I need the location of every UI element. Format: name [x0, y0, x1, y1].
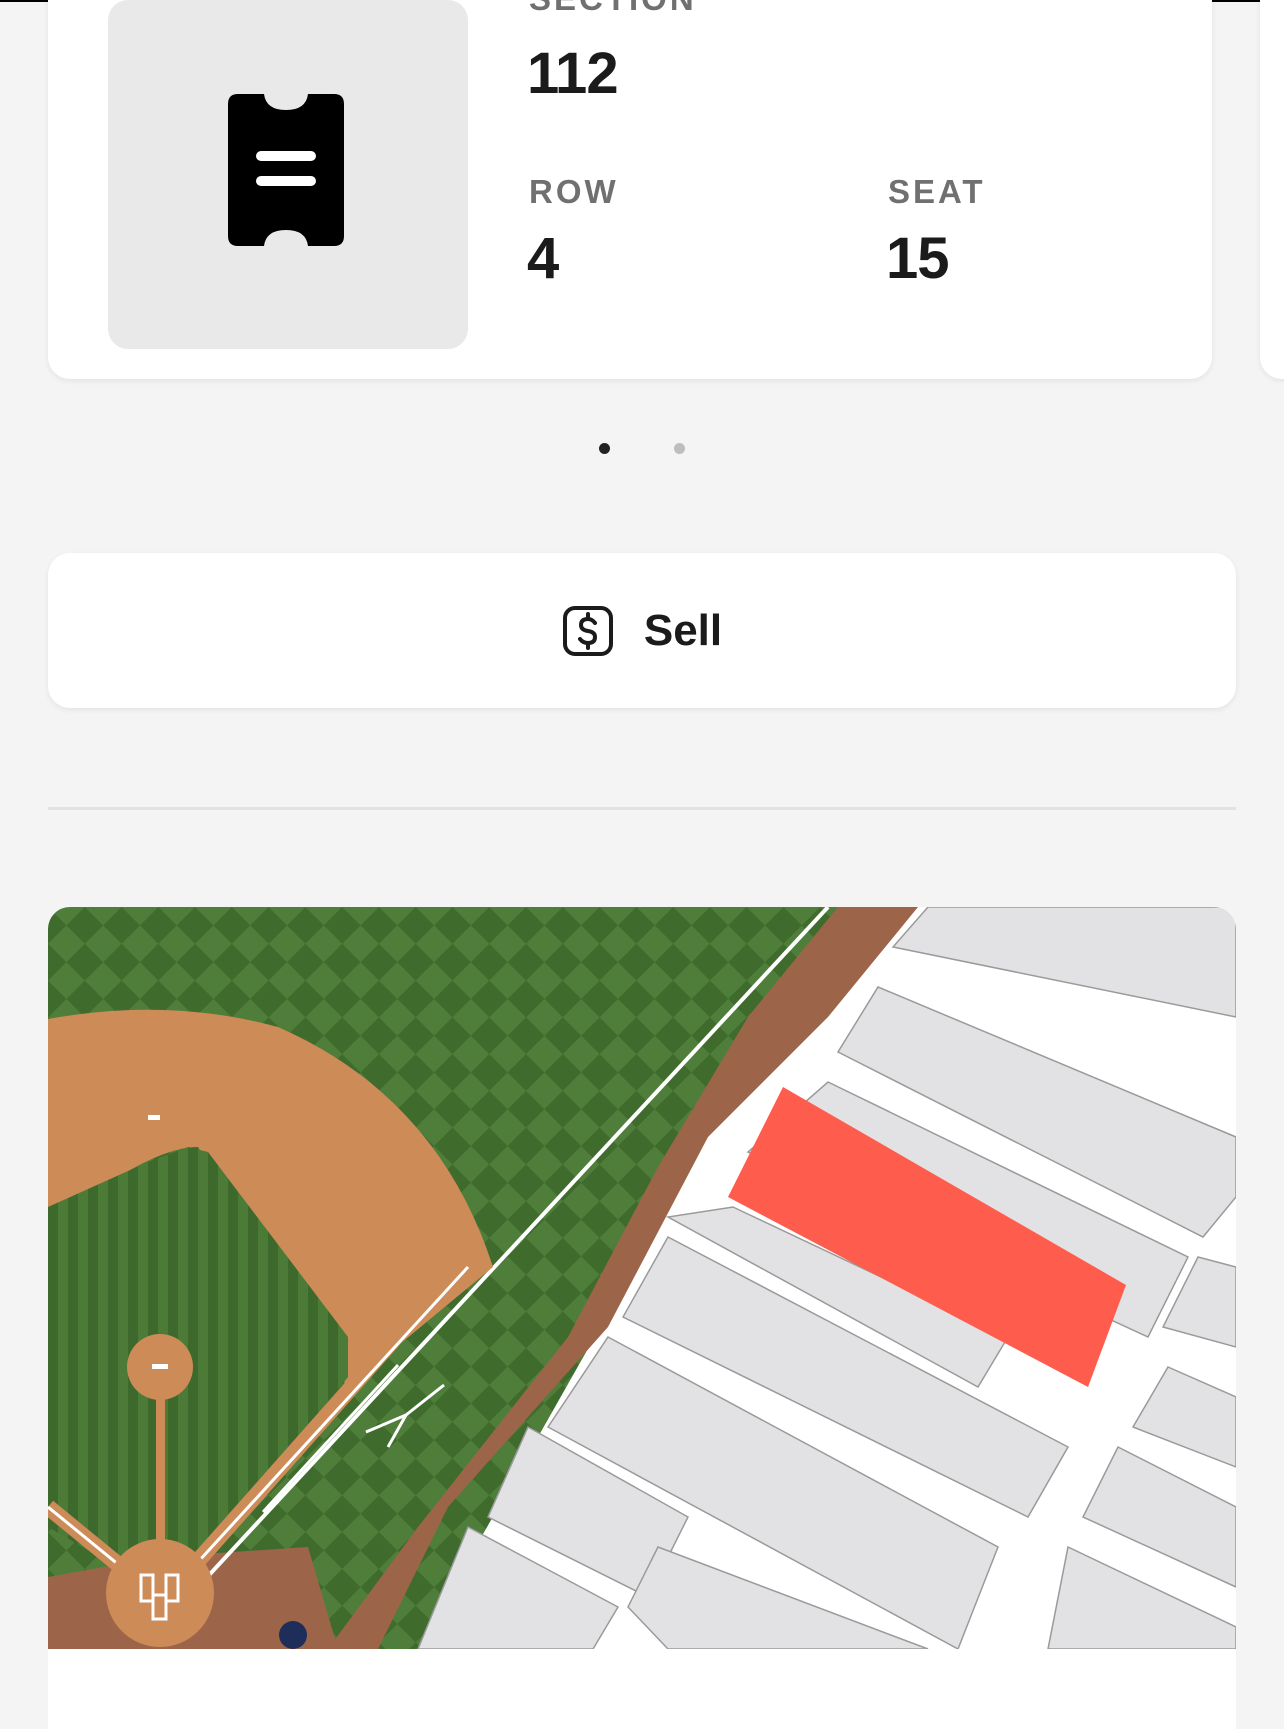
seat-label: SEAT: [888, 173, 986, 210]
pager-dot-inactive[interactable]: [674, 443, 685, 454]
section-label: SECTION: [529, 0, 697, 18]
next-ticket-card[interactable]: [1260, 0, 1284, 379]
ticket-card[interactable]: SECTION 112 ROW 4 SEAT 15: [48, 0, 1212, 379]
divider: [48, 807, 1236, 810]
seat-map[interactable]: [48, 907, 1236, 1649]
dollar-square-icon: [562, 605, 613, 656]
seat-value: 15: [886, 226, 950, 291]
sell-label: Sell: [643, 605, 723, 655]
pager-dot-active[interactable]: [599, 443, 610, 454]
bottom-panel: [48, 1649, 1236, 1729]
pager-dots: [0, 443, 1284, 455]
ticket-icon: [228, 94, 344, 246]
sell-button[interactable]: Sell: [48, 553, 1236, 708]
row-value: 4: [527, 226, 559, 291]
row-label: ROW: [529, 173, 619, 210]
stadium-map: [48, 907, 1236, 1649]
section-value: 112: [527, 41, 619, 106]
ticket-thumbnail: [108, 0, 468, 349]
